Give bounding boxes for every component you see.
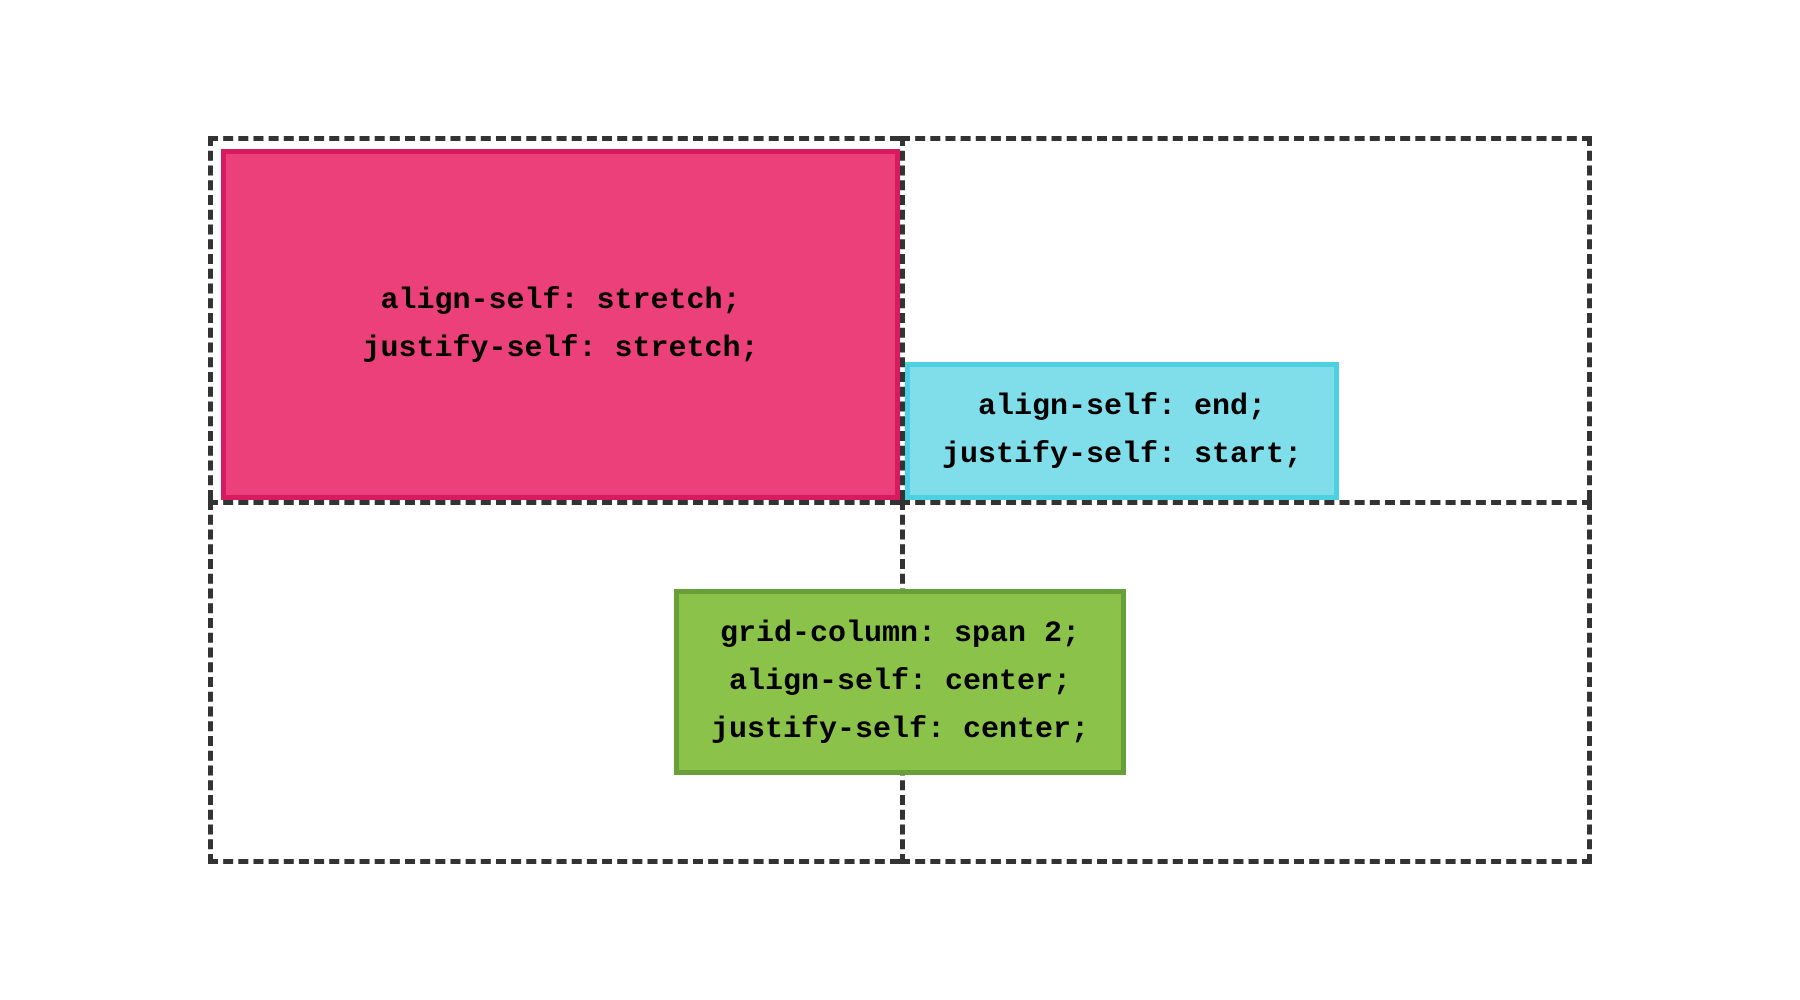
css-rule-text: align-self: center; [729, 658, 1071, 706]
grid-item-end-start: align-self: end; justify-self: start; [905, 362, 1339, 500]
grid-cell-top-left: align-self: stretch; justify-self: stret… [208, 136, 900, 500]
grid-item-span-center: grid-column: span 2; align-self: center;… [674, 589, 1126, 775]
grid-cell-top-right: align-self: end; justify-self: start; [900, 136, 1592, 500]
grid-item-stretch: align-self: stretch; justify-self: stret… [221, 149, 900, 500]
css-rule-text: justify-self: stretch; [362, 325, 758, 373]
css-rule-text: justify-self: start; [942, 431, 1302, 479]
css-grid-diagram: align-self: stretch; justify-self: stret… [208, 136, 1592, 864]
css-rule-text: justify-self: center; [711, 706, 1089, 754]
css-rule-text: align-self: stretch; [380, 277, 740, 325]
css-rule-text: align-self: end; [978, 383, 1266, 431]
css-rule-text: grid-column: span 2; [720, 610, 1080, 658]
